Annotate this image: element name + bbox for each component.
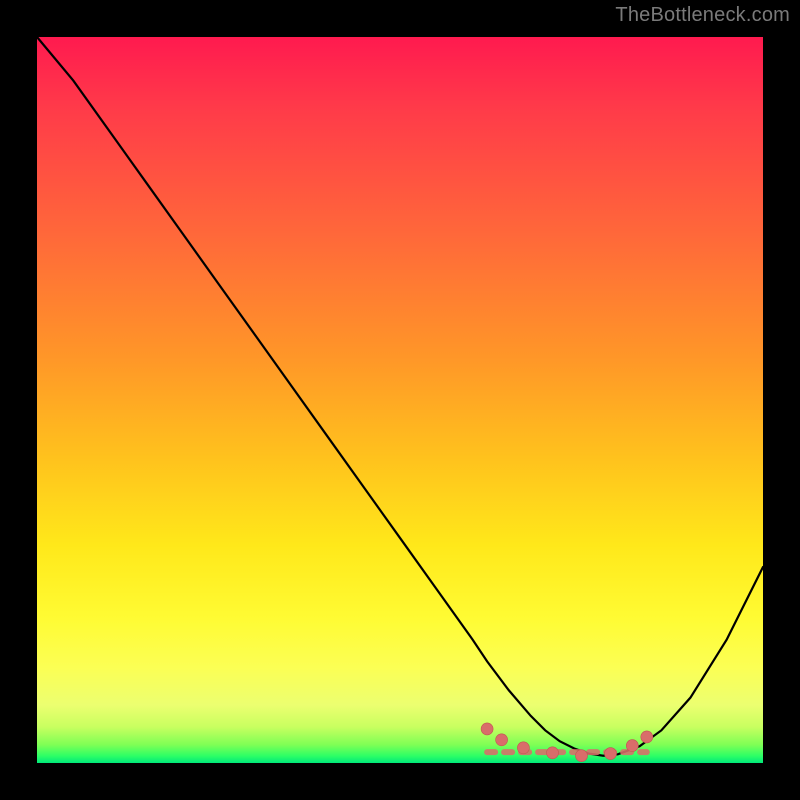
- plot-area: [37, 37, 763, 763]
- curve-marker: [576, 750, 588, 762]
- curve-marker: [641, 731, 653, 743]
- curve-marker: [605, 748, 617, 760]
- curve-svg: [37, 37, 763, 763]
- curve-marker: [481, 723, 493, 735]
- watermark-text: TheBottleneck.com: [615, 4, 790, 27]
- curve-markers: [481, 723, 653, 762]
- curve-marker: [517, 742, 529, 754]
- curve-marker: [547, 747, 559, 759]
- curve-marker: [626, 740, 638, 752]
- curve-marker: [496, 734, 508, 746]
- bottleneck-curve: [37, 37, 763, 756]
- chart-frame: TheBottleneck.com: [0, 0, 800, 800]
